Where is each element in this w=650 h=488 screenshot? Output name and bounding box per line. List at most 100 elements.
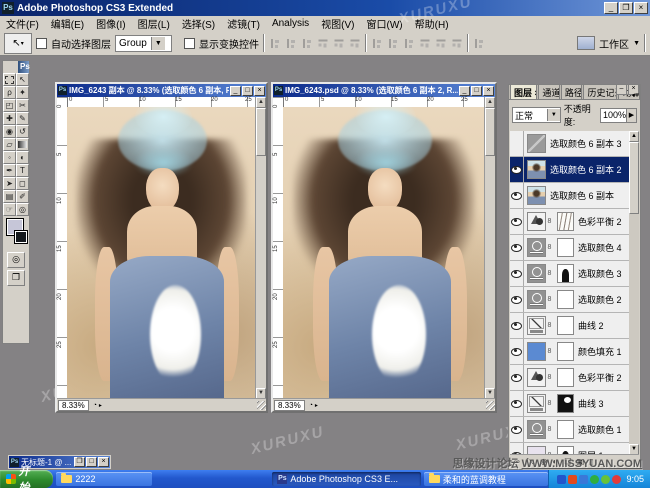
auto-select-layer-checkbox[interactable] <box>36 38 47 49</box>
lasso-tool[interactable]: ρ <box>3 86 16 99</box>
layer-mask-thumbnail[interactable] <box>557 368 574 387</box>
layer-mask-link-icon[interactable]: 8 <box>547 244 552 251</box>
menu-layer[interactable]: 图层(L) <box>132 16 176 31</box>
pen-tool[interactable]: ✒ <box>3 164 16 177</box>
adjustment-thumbnail-color-balance[interactable] <box>527 368 546 387</box>
menu-analysis[interactable]: Analysis <box>266 18 315 29</box>
distribute-bottom-icon[interactable] <box>403 38 415 49</box>
resize-grip[interactable] <box>486 401 495 410</box>
path-selection-tool[interactable]: ➤ <box>3 177 16 190</box>
layer-row-selected[interactable]: 选取颜色 6 副本 2 <box>510 157 629 183</box>
visibility-toggle[interactable] <box>510 131 524 156</box>
status-info-icon[interactable]: ◔ <box>93 402 97 409</box>
tab-paths[interactable]: 路径 <box>561 84 583 99</box>
visibility-toggle[interactable] <box>510 365 524 390</box>
layer-row[interactable]: 8 选取颜色 1 <box>510 417 629 443</box>
adjustment-thumbnail-selective-color[interactable] <box>527 290 546 309</box>
panel-scrollbar[interactable]: ▲ ▼ <box>629 131 639 455</box>
scroll-up-icon[interactable]: ▲ <box>485 97 495 108</box>
taskbar-item-folder[interactable]: 2222 <box>56 472 152 486</box>
layer-thumbnail[interactable] <box>527 160 546 179</box>
align-bottom-icon[interactable] <box>301 38 313 49</box>
minimize-button[interactable]: _ <box>604 2 618 14</box>
distribute-right-icon[interactable] <box>452 37 463 49</box>
layer-mask-link-icon[interactable]: 8 <box>547 348 552 355</box>
slice-tool[interactable]: ✂ <box>16 99 29 112</box>
tool-palette-grip[interactable]: Ps <box>18 61 29 73</box>
doc-maximize-button[interactable]: □ <box>471 86 482 96</box>
adjustment-thumbnail-selective-color[interactable] <box>527 238 546 257</box>
layer-mask-link-icon[interactable]: 8 <box>547 270 552 277</box>
visibility-toggle[interactable] <box>510 209 524 234</box>
fill-layer-thumbnail[interactable] <box>527 342 546 361</box>
layer-mask-thumbnail[interactable] <box>557 420 574 439</box>
doc-minimize-button[interactable]: _ <box>230 86 241 96</box>
visibility-toggle[interactable] <box>510 183 524 208</box>
tab-channels[interactable]: 通道 <box>538 84 560 99</box>
scrollbar-thumb[interactable] <box>256 108 266 156</box>
tray-icon-5[interactable] <box>601 475 610 484</box>
status-arrow-icon[interactable]: ▸ <box>99 402 102 409</box>
layer-row[interactable]: 8 选取颜色 3 <box>510 261 629 287</box>
scrollbar-thumb[interactable] <box>629 142 639 214</box>
magic-wand-tool[interactable]: ✦ <box>16 86 29 99</box>
menu-help[interactable]: 帮助(H) <box>409 16 455 31</box>
opacity-field[interactable]: 100%▶ <box>600 108 637 123</box>
scroll-up-icon[interactable]: ▲ <box>629 131 639 142</box>
layer-mask-link-icon[interactable]: 8 <box>547 296 552 303</box>
taskbar-item-photoshop[interactable]: Ps Adobe Photoshop CS3 E... <box>272 472 420 486</box>
layer-mask-link-icon[interactable]: 8 <box>547 218 552 225</box>
layer-row[interactable]: 选取颜色 6 副本 3 <box>510 131 629 157</box>
current-tool-preset[interactable]: ↖▾ <box>4 33 32 54</box>
layer-row[interactable]: 8 曲线 3 <box>510 391 629 417</box>
visibility-toggle[interactable] <box>510 235 524 260</box>
panel-minimize-button[interactable]: – <box>616 84 627 95</box>
layer-row[interactable]: 选取颜色 6 副本 <box>510 183 629 209</box>
photo-canvas[interactable] <box>67 107 256 399</box>
visibility-toggle[interactable] <box>510 157 524 182</box>
move-tool[interactable]: ↖ <box>16 73 29 86</box>
align-right-icon[interactable] <box>350 37 361 49</box>
blend-mode-select[interactable]: 正常▼ <box>512 107 561 123</box>
layer-mask-thumbnail[interactable] <box>557 264 574 283</box>
layer-mask-thumbnail[interactable] <box>557 212 574 231</box>
status-arrow-icon[interactable]: ▸ <box>315 402 318 409</box>
marquee-tool[interactable] <box>3 73 16 86</box>
history-brush-tool[interactable]: ↺ <box>16 125 29 138</box>
menu-view[interactable]: 视图(V) <box>315 16 360 31</box>
tab-layers[interactable]: 图层 × <box>510 84 537 99</box>
adjustment-thumbnail-curves[interactable] <box>527 394 546 413</box>
document-title-bar[interactable]: Ps IMG_6243.psd @ 8.33% (选取颜色 6 副本 2, R.… <box>273 84 495 97</box>
zoom-tool[interactable]: ◎ <box>16 203 29 216</box>
background-color-swatch[interactable] <box>14 230 28 244</box>
distribute-horizontal-center-icon[interactable] <box>436 37 447 49</box>
layer-mask-thumbnail[interactable] <box>557 290 574 309</box>
visibility-toggle[interactable] <box>510 313 524 338</box>
tray-icon-6[interactable] <box>612 475 621 484</box>
adjustment-thumbnail-selective-color[interactable] <box>527 420 546 439</box>
crop-tool[interactable]: ◰ <box>3 99 16 112</box>
adjustment-thumbnail-color-balance[interactable] <box>527 212 546 231</box>
doc-maximize-button[interactable]: □ <box>242 86 253 96</box>
healing-brush-tool[interactable]: ✚ <box>3 112 16 125</box>
start-button[interactable]: 开始 <box>0 470 53 488</box>
quick-mask-button[interactable]: ◎ <box>7 252 25 268</box>
menu-image[interactable]: 图像(I) <box>90 16 131 31</box>
align-left-icon[interactable] <box>318 37 329 49</box>
align-vertical-center-icon[interactable] <box>285 38 297 49</box>
document-title-bar[interactable]: Ps IMG_6243 副本 @ 8.33% (选取颜色 6 副本, RG...… <box>57 84 266 97</box>
distribute-left-icon[interactable] <box>420 37 431 49</box>
align-top-icon[interactable] <box>269 38 281 49</box>
vertical-scrollbar[interactable]: ▲ ▼ <box>255 97 266 399</box>
hand-tool[interactable]: ☞ <box>3 203 16 216</box>
eraser-tool[interactable]: ▱ <box>3 138 16 151</box>
visibility-toggle[interactable] <box>510 287 524 312</box>
align-horizontal-center-icon[interactable] <box>334 37 345 49</box>
doc-restore-button[interactable]: ❐ <box>74 457 85 467</box>
vertical-scrollbar[interactable]: ▲ ▼ <box>484 97 495 399</box>
scrollbar-thumb[interactable] <box>485 108 495 156</box>
status-info-icon[interactable]: ◔ <box>309 402 313 409</box>
doc-maximize-button[interactable]: □ <box>86 457 97 467</box>
doc-close-button[interactable]: × <box>98 457 109 467</box>
layer-mask-link-icon[interactable]: 8 <box>547 322 552 329</box>
